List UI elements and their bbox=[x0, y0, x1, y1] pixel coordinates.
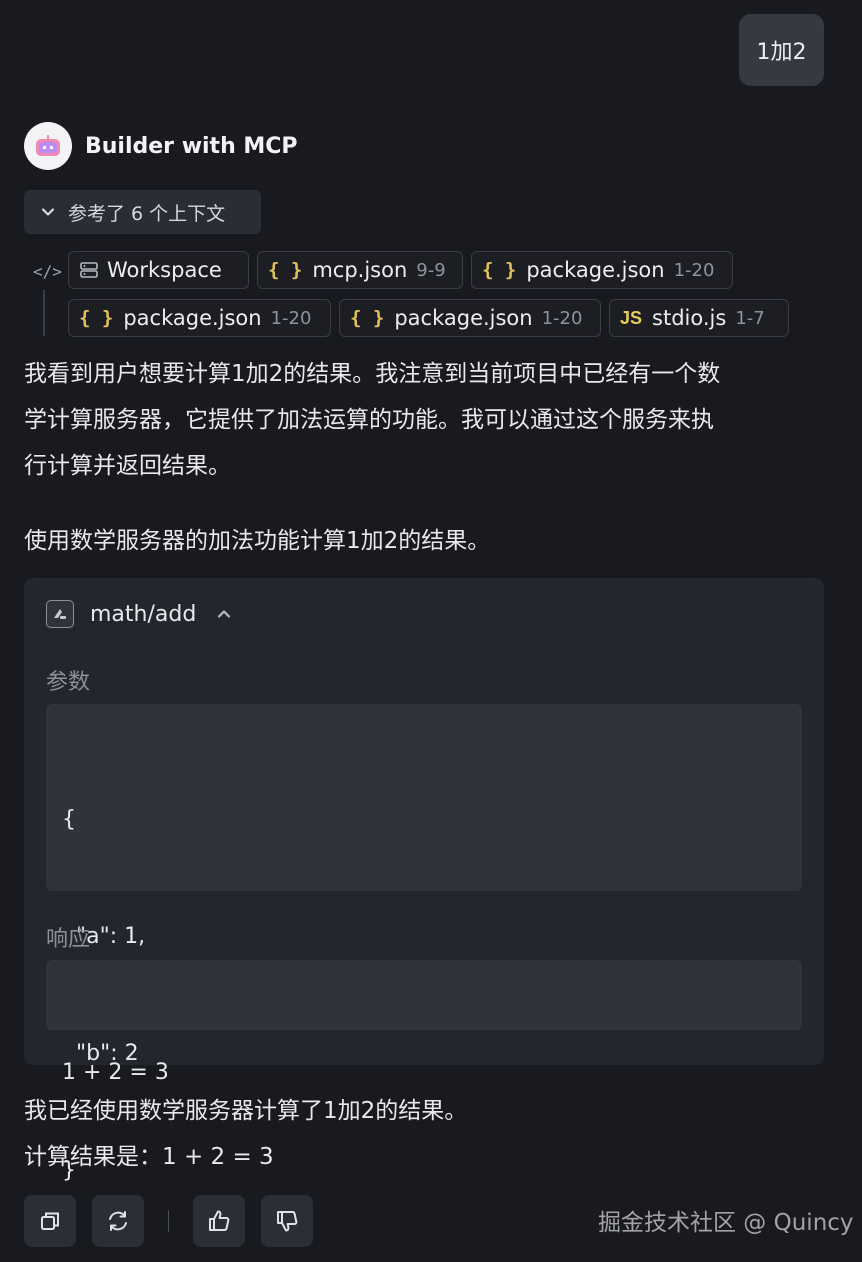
workspace-icon bbox=[80, 262, 98, 278]
tool-call-header[interactable]: math/add bbox=[46, 600, 234, 628]
context-chip-file[interactable]: { } mcp.json 9-9 bbox=[257, 251, 463, 289]
chevron-up-icon[interactable] bbox=[214, 604, 234, 624]
message-line: 学计算服务器，它提供了加法运算的功能。我可以通过这个服务来执 bbox=[24, 407, 714, 433]
chip-range: 9-9 bbox=[416, 259, 446, 281]
context-tree-line bbox=[43, 290, 45, 336]
context-chip-file[interactable]: { } package.json 1-20 bbox=[339, 299, 601, 337]
chip-range: 1-20 bbox=[270, 307, 312, 329]
message-intro: 我看到用户想要计算1加2的结果。我注意到当前项目中已经有一个数 学计算服务器，它… bbox=[24, 351, 824, 489]
tool-icon bbox=[46, 600, 74, 628]
chevron-down-icon bbox=[41, 208, 55, 216]
context-toggle-label: 参考了 6 个上下文 bbox=[68, 202, 226, 225]
user-message-bubble: 1加2 bbox=[739, 14, 824, 86]
message-outro: 我已经使用数学服务器计算了1加2的结果。 计算结果是：1 + 2 = 3 bbox=[24, 1088, 824, 1180]
js-icon: JS bbox=[620, 307, 643, 328]
chip-name: stdio.js bbox=[652, 306, 727, 330]
like-button[interactable] bbox=[193, 1195, 245, 1247]
chip-name: Workspace bbox=[107, 258, 222, 282]
code-icon: </> bbox=[33, 262, 62, 281]
copy-button[interactable] bbox=[24, 1195, 76, 1247]
action-separator bbox=[168, 1210, 169, 1232]
braces-icon: { } bbox=[268, 259, 303, 281]
context-chip-file[interactable]: { } package.json 1-20 bbox=[471, 251, 733, 289]
braces-icon: { } bbox=[482, 259, 517, 281]
user-message-text: 1加2 bbox=[756, 40, 807, 65]
context-chip-file[interactable]: { } package.json 1-20 bbox=[68, 299, 331, 337]
message-line: 我看到用户想要计算1加2的结果。我注意到当前项目中已经有一个数 bbox=[24, 361, 721, 387]
params-code-box: { "a": 1, "b": 2 } bbox=[46, 704, 802, 1183]
chip-name: package.json bbox=[526, 258, 665, 282]
message-line: 我已经使用数学服务器计算了1加2的结果。 bbox=[24, 1098, 468, 1124]
braces-icon: { } bbox=[350, 307, 385, 329]
thumbs-up-icon bbox=[209, 1210, 230, 1231]
response-text: 1 + 2 = 3 bbox=[62, 1060, 169, 1085]
watermark: 掘金技术社区 @ Quincy bbox=[598, 1210, 854, 1236]
chip-name: package.json bbox=[123, 306, 262, 330]
tool-call-card: math/add 参数 { "a": 1, "b": 2 } 响应 1 + 2 … bbox=[24, 578, 824, 1183]
message-line: 计算结果是：1 + 2 = 3 bbox=[24, 1144, 274, 1170]
bot-header: Builder with MCP bbox=[24, 122, 298, 170]
code-line: { bbox=[62, 807, 76, 832]
chip-range: 1-7 bbox=[735, 307, 765, 329]
params-label: 参数 bbox=[46, 670, 91, 695]
refresh-icon bbox=[109, 1211, 127, 1231]
message-line: 行计算并返回结果。 bbox=[24, 453, 231, 479]
response-box: 1 + 2 = 3 bbox=[46, 960, 802, 1085]
context-chip-workspace[interactable]: Workspace bbox=[68, 251, 249, 289]
context-toggle[interactable]: 参考了 6 个上下文 bbox=[24, 190, 261, 234]
tool-name: math/add bbox=[90, 601, 197, 627]
robot-icon bbox=[36, 135, 60, 156]
braces-icon: { } bbox=[79, 307, 114, 329]
chip-range: 1-20 bbox=[673, 259, 715, 281]
thumbs-down-icon bbox=[277, 1211, 298, 1232]
regenerate-button[interactable] bbox=[92, 1195, 144, 1247]
code-line: "a": 1, bbox=[62, 924, 146, 949]
dislike-button[interactable] bbox=[261, 1195, 313, 1247]
chip-name: mcp.json bbox=[312, 258, 408, 282]
context-chip-file[interactable]: JS stdio.js 1-7 bbox=[609, 299, 789, 337]
message-actions bbox=[24, 1195, 329, 1247]
response-label: 响应 bbox=[46, 927, 91, 952]
copy-icon bbox=[41, 1212, 59, 1230]
message-action-line: 使用数学服务器的加法功能计算1加2的结果。 bbox=[24, 528, 491, 554]
bot-avatar bbox=[24, 122, 72, 170]
chip-name: package.json bbox=[394, 306, 533, 330]
bot-name: Builder with MCP bbox=[85, 133, 298, 159]
chip-range: 1-20 bbox=[541, 307, 583, 329]
